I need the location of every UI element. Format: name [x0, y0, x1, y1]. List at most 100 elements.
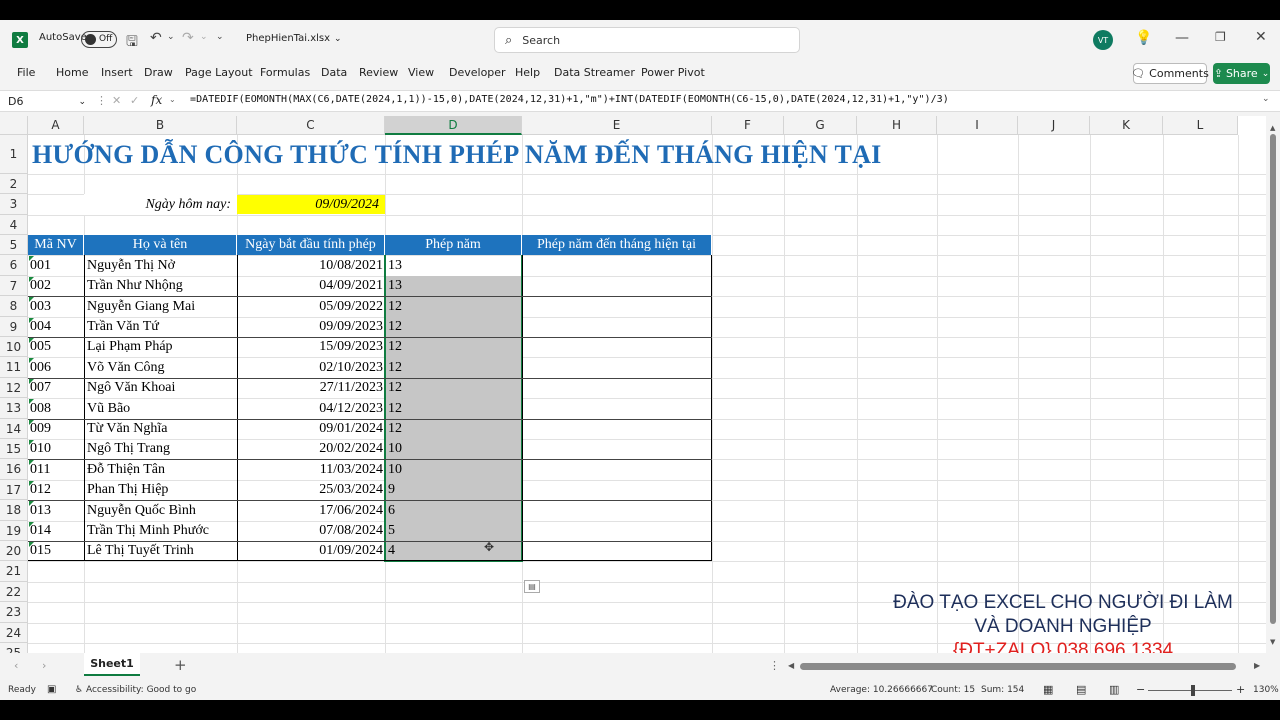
- table-header-start-date[interactable]: Ngày bắt đầu tính phép: [237, 235, 385, 255]
- start-date-cell[interactable]: 01/09/2024: [237, 541, 385, 561]
- error-indicator-icon[interactable]: [29, 358, 34, 363]
- tab-help[interactable]: Help: [515, 66, 540, 79]
- column-header-h[interactable]: H: [857, 116, 937, 135]
- employee-name-cell[interactable]: Lê Thị Tuyết Trinh: [84, 541, 237, 561]
- row-header-19[interactable]: 19: [0, 521, 28, 541]
- annual-leave-cell[interactable]: 12: [385, 337, 522, 357]
- tab-page-layout[interactable]: Page Layout: [185, 66, 253, 79]
- error-indicator-icon[interactable]: [29, 460, 34, 465]
- row-header-7[interactable]: 7: [0, 276, 28, 296]
- vertical-scrollbar[interactable]: ▲ ▼: [1266, 116, 1280, 653]
- zoom-slider[interactable]: [1148, 690, 1232, 691]
- enter-icon[interactable]: ✓: [130, 94, 139, 107]
- error-indicator-icon[interactable]: [29, 318, 34, 323]
- tab-data[interactable]: Data: [321, 66, 347, 79]
- row-header-25[interactable]: 25: [0, 643, 28, 653]
- table-header-id[interactable]: Mã NV: [28, 235, 84, 255]
- employee-name-cell[interactable]: Nguyễn Thị Nở: [84, 255, 237, 276]
- tab-formulas[interactable]: Formulas: [260, 66, 310, 79]
- row-header-16[interactable]: 16: [0, 459, 28, 480]
- employee-id-cell[interactable]: 002: [28, 276, 84, 296]
- redo-dropdown-icon[interactable]: ⌄: [200, 32, 208, 42]
- row-header-21[interactable]: 21: [0, 561, 28, 582]
- row-header-5[interactable]: 5: [0, 235, 28, 255]
- status-count[interactable]: Count: 15: [931, 685, 975, 695]
- error-indicator-icon[interactable]: [29, 277, 34, 282]
- employee-name-cell[interactable]: Nguyễn Giang Mai: [84, 296, 237, 317]
- annual-leave-cell[interactable]: 9: [385, 480, 522, 500]
- employee-name-cell[interactable]: Vũ Bão: [84, 398, 237, 419]
- start-date-cell[interactable]: 05/09/2022: [237, 296, 385, 317]
- horizontal-scroll-thumb[interactable]: [800, 663, 1236, 670]
- employee-id-cell[interactable]: 012: [28, 480, 84, 500]
- row-header-4[interactable]: 4: [0, 215, 28, 235]
- scroll-left-icon[interactable]: ◀: [788, 661, 794, 670]
- employee-name-cell[interactable]: Võ Văn Công: [84, 357, 237, 378]
- row-header-12[interactable]: 12: [0, 378, 28, 398]
- employee-id-cell[interactable]: 003: [28, 296, 84, 317]
- employee-id-cell[interactable]: 006: [28, 357, 84, 378]
- row-header-11[interactable]: 11: [0, 357, 28, 378]
- annual-leave-cell[interactable]: 13: [385, 276, 522, 296]
- row-header-23[interactable]: 23: [0, 602, 28, 623]
- row-header-17[interactable]: 17: [0, 480, 28, 500]
- lightbulb-icon[interactable]: 💡: [1135, 30, 1152, 46]
- redo-icon[interactable]: ↷: [182, 30, 194, 46]
- scroll-right-icon[interactable]: ▶: [1254, 661, 1260, 670]
- row-header-10[interactable]: 10: [0, 337, 28, 357]
- customize-toolbar-icon[interactable]: ⌄: [216, 32, 224, 42]
- row-header-3[interactable]: 3: [0, 194, 28, 215]
- column-header-e[interactable]: E: [522, 116, 712, 135]
- expand-formula-icon[interactable]: ⌄: [1262, 94, 1270, 104]
- employee-id-cell[interactable]: 009: [28, 419, 84, 439]
- annual-leave-cell[interactable]: 10: [385, 459, 522, 480]
- sheet-tab-sheet1[interactable]: Sheet1: [84, 653, 140, 676]
- error-indicator-icon[interactable]: [29, 481, 34, 486]
- start-date-cell[interactable]: 15/09/2023: [237, 337, 385, 357]
- save-icon[interactable]: 🖫: [126, 31, 138, 55]
- row-header-6[interactable]: 6: [0, 255, 28, 276]
- prev-sheet-icon[interactable]: ‹: [14, 659, 18, 672]
- column-header-j[interactable]: J: [1018, 116, 1090, 135]
- employee-id-cell[interactable]: 004: [28, 317, 84, 337]
- employee-name-cell[interactable]: Nguyễn Quốc Bình: [84, 500, 237, 521]
- start-date-cell[interactable]: 27/11/2023: [237, 378, 385, 398]
- start-date-cell[interactable]: 09/09/2023: [237, 317, 385, 337]
- error-indicator-icon[interactable]: [29, 542, 34, 547]
- status-sum[interactable]: Sum: 154: [981, 685, 1024, 695]
- annual-leave-cell[interactable]: 4: [385, 541, 522, 561]
- normal-view-icon[interactable]: ▦: [1043, 683, 1053, 696]
- column-header-k[interactable]: K: [1090, 116, 1163, 135]
- vertical-scroll-thumb[interactable]: [1270, 134, 1276, 624]
- page-layout-view-icon[interactable]: ▤: [1076, 683, 1086, 696]
- employee-id-cell[interactable]: 005: [28, 337, 84, 357]
- annual-leave-cell[interactable]: 12: [385, 296, 522, 317]
- error-indicator-icon[interactable]: [29, 379, 34, 384]
- next-sheet-icon[interactable]: ›: [42, 659, 46, 672]
- annual-leave-cell[interactable]: 5: [385, 521, 522, 541]
- row-header-24[interactable]: 24: [0, 623, 28, 643]
- error-indicator-icon[interactable]: [29, 522, 34, 527]
- employee-name-cell[interactable]: Lại Phạm Pháp: [84, 337, 237, 357]
- row-header-2[interactable]: 2: [0, 174, 28, 194]
- today-label[interactable]: Ngày hôm nay:: [84, 194, 237, 215]
- tab-data-streamer[interactable]: Data Streamer: [554, 66, 635, 79]
- tab-review[interactable]: Review: [359, 66, 398, 79]
- employee-id-cell[interactable]: 007: [28, 378, 84, 398]
- row-header-18[interactable]: 18: [0, 500, 28, 521]
- annual-leave-cell[interactable]: 12: [385, 419, 522, 439]
- error-indicator-icon[interactable]: [29, 297, 34, 302]
- quick-analysis-icon[interactable]: ▤: [524, 580, 540, 593]
- file-name[interactable]: PhepHienTai.xlsx ⌄: [246, 33, 342, 44]
- tab-file[interactable]: File: [17, 66, 35, 79]
- add-sheet-icon[interactable]: +: [174, 656, 187, 674]
- employee-name-cell[interactable]: Trần Văn Tứ: [84, 317, 237, 337]
- row-header-13[interactable]: 13: [0, 398, 28, 419]
- zoom-slider-thumb[interactable]: [1191, 685, 1195, 696]
- employee-id-cell[interactable]: 010: [28, 439, 84, 459]
- minimize-icon[interactable]: —: [1175, 30, 1189, 46]
- select-all-corner[interactable]: [0, 116, 28, 135]
- restore-icon[interactable]: ❐: [1215, 30, 1226, 44]
- employee-name-cell[interactable]: Trần Như Nhộng: [84, 276, 237, 296]
- annual-leave-cell[interactable]: 12: [385, 317, 522, 337]
